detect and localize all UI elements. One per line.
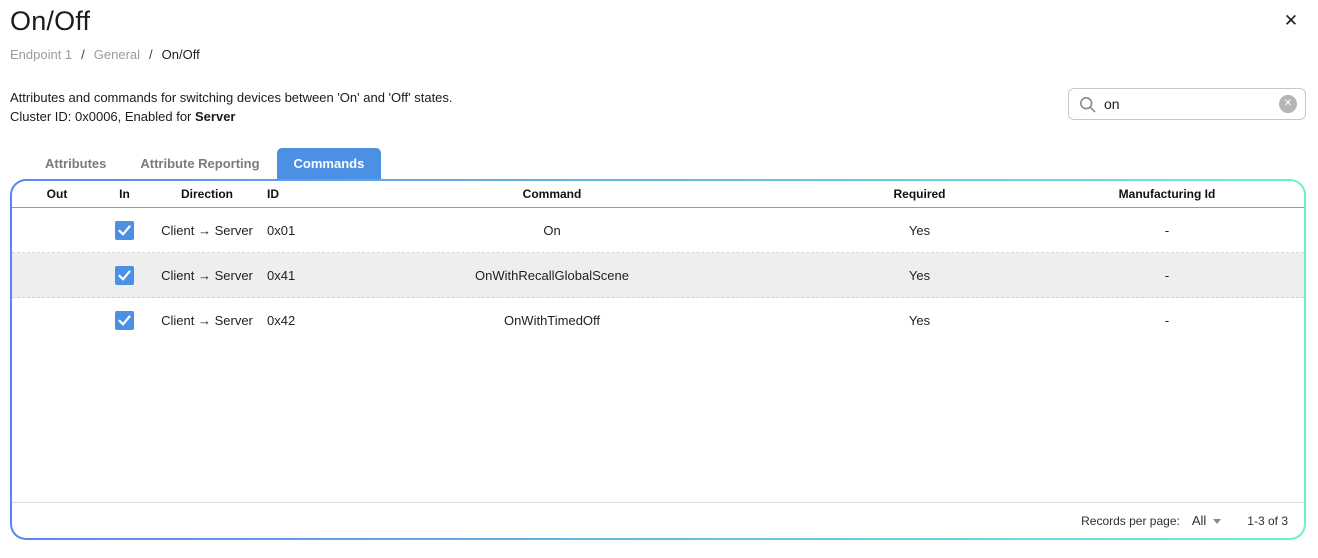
in-checkbox[interactable] <box>115 221 134 240</box>
command-cell: OnWithRecallGlobalScene <box>362 268 742 283</box>
column-header-command: Command <box>362 187 742 201</box>
commands-table: Out In Direction ID Command Required Man… <box>12 181 1304 538</box>
enabled-for-value: Server <box>195 109 235 124</box>
tab-attributes[interactable]: Attributes <box>28 148 123 179</box>
checkmark-icon <box>118 314 131 327</box>
close-icon: ✕ <box>1284 11 1298 31</box>
id-cell: 0x42 <box>267 313 362 328</box>
commands-table-card: Out In Direction ID Command Required Man… <box>10 179 1306 540</box>
close-button[interactable]: ✕ <box>1278 8 1304 34</box>
in-cell <box>102 221 147 240</box>
checkmark-icon <box>118 224 131 237</box>
command-cell: On <box>362 223 742 238</box>
search-icon <box>1079 96 1096 113</box>
description-line-2: Cluster ID: 0x0006, Enabled for Server <box>10 107 453 126</box>
search-box: ✕ <box>1068 88 1306 120</box>
breadcrumb-item-endpoint[interactable]: Endpoint 1 <box>10 47 72 62</box>
command-cell: OnWithTimedOff <box>362 313 742 328</box>
column-header-out: Out <box>12 187 102 201</box>
column-header-manufacturing-id: Manufacturing Id <box>1097 187 1237 201</box>
required-cell: Yes <box>742 268 1097 283</box>
table-row: Client → Server 0x42 OnWithTimedOff Yes … <box>12 298 1304 343</box>
direction-cell: Client → Server <box>147 268 267 283</box>
breadcrumb-item-current: On/Off <box>162 47 200 62</box>
tab-bar: Attributes Attribute Reporting Commands <box>28 148 381 179</box>
required-cell: Yes <box>742 223 1097 238</box>
page-title: On/Off <box>10 6 90 37</box>
direction-cell: Client → Server <box>147 313 267 328</box>
pagination-range: 1-3 of 3 <box>1247 514 1288 528</box>
records-per-page-select[interactable]: All <box>1192 513 1221 528</box>
in-cell <box>102 266 147 285</box>
column-header-required: Required <box>742 187 1097 201</box>
checkmark-icon <box>118 269 131 282</box>
id-cell: 0x41 <box>267 268 362 283</box>
column-header-direction: Direction <box>147 187 267 201</box>
cluster-description: Attributes and commands for switching de… <box>10 88 453 126</box>
in-checkbox[interactable] <box>115 311 134 330</box>
column-header-in: In <box>102 187 147 201</box>
tab-attribute-reporting[interactable]: Attribute Reporting <box>123 148 276 179</box>
breadcrumb: Endpoint 1 / General / On/Off <box>10 47 200 62</box>
manufacturing-id-cell: - <box>1097 313 1237 328</box>
direction-cell: Client → Server <box>147 223 267 238</box>
id-cell: 0x01 <box>267 223 362 238</box>
records-per-page-label: Records per page: <box>1081 514 1180 528</box>
breadcrumb-separator: / <box>81 47 85 62</box>
table-row: Client → Server 0x41 OnWithRecallGlobalS… <box>12 253 1304 298</box>
description-line-1: Attributes and commands for switching de… <box>10 88 453 107</box>
tab-commands[interactable]: Commands <box>277 148 382 179</box>
table-row: Client → Server 0x01 On Yes - <box>12 208 1304 253</box>
in-cell <box>102 311 147 330</box>
manufacturing-id-cell: - <box>1097 268 1237 283</box>
clear-icon: ✕ <box>1284 99 1292 109</box>
table-footer: Records per page: All 1-3 of 3 <box>12 502 1304 538</box>
breadcrumb-separator: / <box>149 47 153 62</box>
manufacturing-id-cell: - <box>1097 223 1237 238</box>
table-empty-space <box>12 343 1304 502</box>
in-checkbox[interactable] <box>115 266 134 285</box>
required-cell: Yes <box>742 313 1097 328</box>
breadcrumb-item-general[interactable]: General <box>94 47 140 62</box>
search-input[interactable] <box>1104 96 1271 112</box>
column-header-id: ID <box>267 187 362 201</box>
table-header-row: Out In Direction ID Command Required Man… <box>12 181 1304 208</box>
dropdown-arrow-icon <box>1213 519 1221 524</box>
clear-search-button[interactable]: ✕ <box>1279 95 1297 113</box>
